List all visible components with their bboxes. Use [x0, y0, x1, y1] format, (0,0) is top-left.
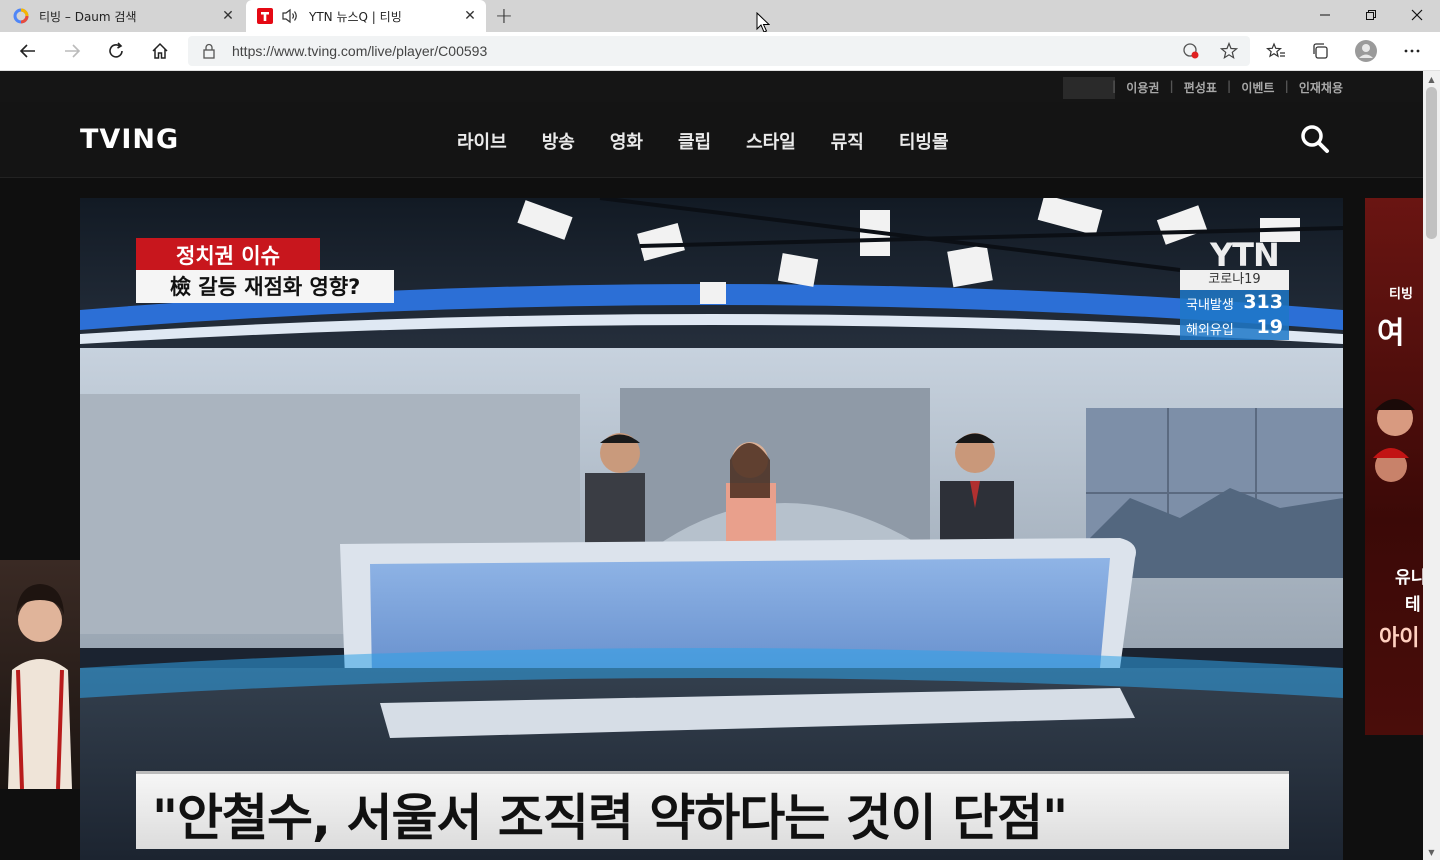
- ad-text: 테: [1405, 595, 1421, 615]
- ad-title-text: 여: [1377, 316, 1405, 351]
- address-bar[interactable]: https://www.tving.com/live/player/C00593: [188, 36, 1250, 66]
- collections-icon: [1313, 43, 1328, 59]
- url-text[interactable]: https://www.tving.com/live/player/C00593: [232, 43, 487, 59]
- home-icon: [152, 42, 168, 59]
- nav-item-movie[interactable]: 영화: [610, 128, 643, 154]
- utility-links: | 이용권 | 편성표 | 이벤트 | 인재채용: [1111, 79, 1343, 96]
- tracking-prevention-icon[interactable]: [1182, 42, 1200, 60]
- minimize-icon: [1320, 14, 1330, 16]
- nav-item-mall[interactable]: 티빙몰: [899, 128, 949, 154]
- reload-icon: [109, 42, 123, 58]
- covid-overseas-value: 19: [1256, 316, 1283, 338]
- covid-domestic-label: 국내발생: [1186, 298, 1234, 313]
- covid-domestic-row: 국내발생 313: [1180, 290, 1289, 315]
- close-window-button[interactable]: [1394, 0, 1440, 30]
- add-favorite-icon[interactable]: [1220, 42, 1238, 60]
- favorites-icon: [1266, 42, 1285, 58]
- covid-domestic-value: 313: [1243, 291, 1283, 313]
- scroll-up-arrow-icon[interactable]: ▲: [1423, 71, 1440, 87]
- restore-button[interactable]: [1348, 0, 1394, 30]
- nav-item-live[interactable]: 라이브: [457, 128, 507, 154]
- close-tab-icon[interactable]: ✕: [460, 6, 480, 26]
- covid-stats-box: 코로나19 국내발생 313 해외유입 19: [1180, 270, 1289, 340]
- news-headline-caption: "안철수, 서울서 조직력 약하다는 것이 단점": [136, 771, 1289, 849]
- tving-page: | 이용권 | 편성표 | 이벤트 | 인재채용 TVING 라이브 방송 영화…: [0, 71, 1423, 860]
- util-link-schedule[interactable]: 편성표: [1184, 79, 1217, 96]
- util-link-subscription[interactable]: 이용권: [1126, 79, 1159, 96]
- ad-text: 티빙: [1389, 287, 1413, 302]
- covid-overseas-row: 해외유입 19: [1180, 315, 1289, 340]
- ytn-channel-logo: YTN: [1210, 236, 1280, 274]
- nav-item-music[interactable]: 뮤직: [831, 128, 864, 154]
- right-side-banner-ad[interactable]: 티빙 여 유니 테 아이: [1365, 198, 1423, 735]
- tab-title: YTN 뉴스Q | 티빙: [309, 9, 402, 24]
- arrow-right-icon: [65, 44, 81, 58]
- issue-subtitle: 檢 갈등 재점화 영향?: [136, 270, 395, 303]
- ad-poster-image: [1373, 399, 1415, 482]
- live-video-player[interactable]: 정치권 이슈 檢 갈등 재점화 영향? YTN 코로나19 국내발생 313 해…: [80, 198, 1343, 860]
- utility-bar: | 이용권 | 편성표 | 이벤트 | 인재채용: [0, 71, 1423, 102]
- page-scrollbar[interactable]: ▲ ▼: [1423, 71, 1440, 860]
- ad-text: 유니: [1395, 568, 1423, 588]
- scrollbar-thumb[interactable]: [1426, 87, 1437, 239]
- close-icon: [1411, 9, 1423, 21]
- left-side-banner-ad[interactable]: [0, 560, 80, 789]
- util-link-careers[interactable]: 인재채용: [1299, 79, 1343, 96]
- nav-item-style[interactable]: 스타일: [746, 128, 796, 154]
- forward-button[interactable]: [56, 36, 88, 66]
- scroll-down-arrow-icon[interactable]: ▼: [1423, 844, 1440, 860]
- home-button[interactable]: [144, 36, 176, 66]
- covid-title: 코로나19: [1180, 270, 1289, 290]
- ad-text: 아이: [1379, 626, 1420, 651]
- favorites-button[interactable]: [1260, 36, 1292, 66]
- nav-menu: 라이브 방송 영화 클립 스타일 뮤직 티빙몰: [457, 128, 949, 154]
- collections-button[interactable]: [1304, 36, 1336, 66]
- new-tab-button[interactable]: +: [492, 4, 516, 29]
- minimize-button[interactable]: [1302, 0, 1348, 30]
- tab-ytn-newsq[interactable]: YTN 뉴스Q | 티빙 ✕: [246, 0, 486, 32]
- speaker-icon[interactable]: [281, 8, 299, 24]
- daum-favicon-icon: [13, 8, 29, 24]
- search-icon[interactable]: [1299, 123, 1331, 155]
- util-link-event[interactable]: 이벤트: [1241, 79, 1274, 96]
- tving-logo[interactable]: TVING: [80, 124, 179, 155]
- ad-model-image: [8, 584, 72, 789]
- reload-button[interactable]: [100, 36, 132, 66]
- profile-button[interactable]: [1350, 36, 1382, 66]
- browser-toolbar: https://www.tving.com/live/player/C00593: [0, 32, 1440, 71]
- restore-icon: [1366, 10, 1376, 20]
- nav-item-broadcast[interactable]: 방송: [542, 128, 575, 154]
- tving-favicon-icon: [257, 8, 273, 24]
- lock-icon[interactable]: [202, 43, 216, 59]
- main-navigation: TVING 라이브 방송 영화 클립 스타일 뮤직 티빙몰: [0, 102, 1423, 178]
- nav-item-clip[interactable]: 클립: [678, 128, 711, 154]
- tab-title: 티빙 – Daum 검색: [39, 9, 137, 24]
- avatar-icon: [1355, 40, 1377, 62]
- back-button[interactable]: [12, 36, 44, 66]
- tab-daum-search[interactable]: 티빙 – Daum 검색 ✕: [0, 0, 244, 32]
- arrow-left-icon: [19, 44, 35, 58]
- covid-overseas-label: 해외유입: [1186, 323, 1234, 338]
- mouse-cursor-icon: [756, 12, 770, 33]
- browser-tab-strip: 티빙 – Daum 검색 ✕ YTN 뉴스Q | 티빙 ✕ +: [0, 0, 1440, 32]
- more-horizontal-icon: [1404, 49, 1420, 53]
- headline-text: "안철수, 서울서 조직력 약하다는 것이 단점": [152, 789, 1068, 847]
- settings-menu-button[interactable]: [1396, 36, 1428, 66]
- close-tab-icon[interactable]: ✕: [218, 6, 238, 26]
- issue-tag: 정치권 이슈: [136, 238, 320, 272]
